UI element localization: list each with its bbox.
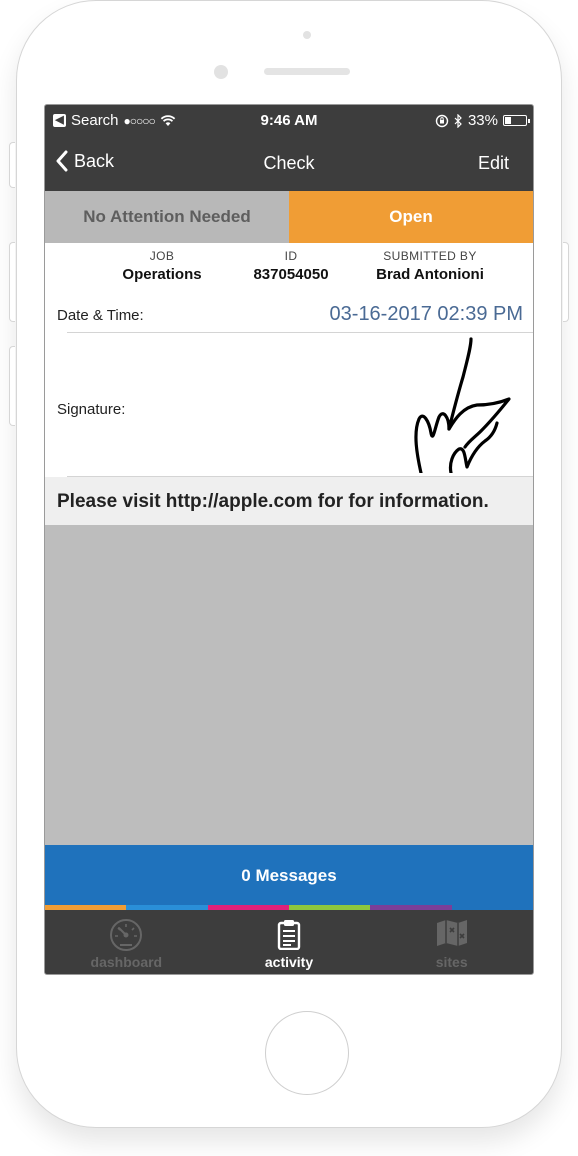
bluetooth-icon: [454, 113, 462, 128]
battery-icon: [503, 115, 530, 126]
signature-image: [414, 337, 511, 473]
status-bar: ◀ Search ●○○○○ 9:46 AM 33%: [45, 105, 533, 137]
page-title: Check: [263, 153, 315, 173]
speedometer-icon: [110, 919, 143, 951]
messages-button[interactable]: 0 Messages: [45, 845, 533, 905]
submitted-by-label: SUBMITTED BY: [383, 249, 477, 263]
volume-down-button: [9, 346, 15, 426]
tab-sites[interactable]: sites: [370, 910, 533, 974]
edit-button[interactable]: Edit: [478, 153, 509, 174]
clipboard-icon: [277, 920, 301, 950]
id-label: ID: [284, 249, 298, 263]
tab-sites-label: sites: [435, 954, 468, 970]
status-segment-control: No Attention Needed Open: [45, 191, 533, 243]
job-value: Operations: [122, 266, 202, 283]
tab-activity-label: activity: [264, 954, 314, 970]
segment-open[interactable]: Open: [289, 191, 533, 243]
datetime-value: 03-16-2017 02:39 PM: [329, 303, 523, 325]
tab-dashboard-label: dashboard: [90, 954, 163, 970]
job-meta: JOB Operations: [107, 249, 217, 283]
volume-up-button: [9, 242, 15, 322]
check-details-panel: JOB Operations ID 837054050 SUBMITTED BY…: [45, 243, 533, 477]
info-banner[interactable]: Please visit http://apple.com for for in…: [45, 477, 533, 525]
id-value: 837054050: [253, 266, 329, 283]
tab-activity[interactable]: activity: [208, 910, 371, 974]
signature-label: Signature:: [57, 401, 126, 418]
submitted-by-value: Brad Antonioni: [376, 266, 484, 283]
tab-dashboard[interactable]: dashboard: [45, 910, 208, 974]
datetime-label: Date & Time:: [57, 307, 144, 324]
submitted-by-meta: SUBMITTED BY Brad Antonioni: [365, 249, 495, 283]
segment-no-attention-needed[interactable]: No Attention Needed: [45, 191, 289, 243]
tab-bar: dashboard activity sites: [45, 910, 533, 974]
battery-percent: 33%: [467, 112, 498, 129]
orientation-lock-icon: [435, 114, 449, 127]
mute-switch: [9, 142, 15, 188]
front-camera: [214, 65, 228, 79]
power-button: [563, 242, 569, 322]
navigation-bar: Back Check Edit: [45, 137, 533, 191]
proximity-sensor: [303, 31, 311, 39]
job-label: JOB: [149, 249, 175, 263]
app-screen: ◀ Search ●○○○○ 9:46 AM 33% Back Check Ed…: [44, 104, 534, 975]
earpiece-speaker: [264, 68, 350, 75]
meta-row: JOB Operations ID 837054050 SUBMITTED BY…: [45, 249, 533, 287]
map-icon: [436, 920, 467, 946]
divider: [67, 332, 533, 333]
home-button[interactable]: [265, 1011, 349, 1095]
id-meta: ID 837054050: [241, 249, 341, 283]
